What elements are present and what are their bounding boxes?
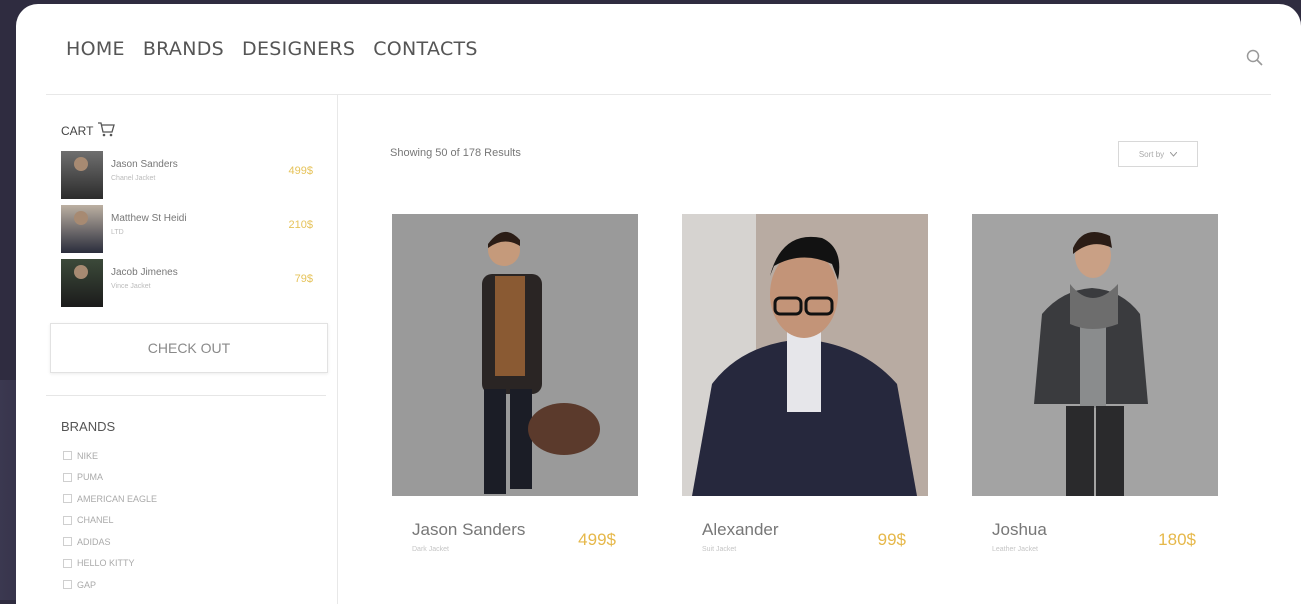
cart-item[interactable]: Jason Sanders Chanel Jacket 499$ bbox=[61, 151, 321, 205]
product-name: Alexander bbox=[702, 520, 779, 539]
cart-item-price: 79$ bbox=[294, 273, 313, 285]
brand-filter-nike[interactable]: NIKE bbox=[63, 445, 157, 467]
brand-filter-chanel[interactable]: CHANEL bbox=[63, 510, 157, 532]
brand-label: CHANEL bbox=[77, 515, 114, 526]
brand-checkbox[interactable] bbox=[63, 494, 72, 504]
product-subtitle: Leather Jacket bbox=[992, 546, 1038, 553]
product-image[interactable] bbox=[682, 214, 928, 496]
nav-item-brands[interactable]: BRANDS bbox=[143, 38, 224, 60]
cart-item-thumbnail bbox=[61, 205, 103, 253]
product-card[interactable]: Alexander Suit Jacket 99$ bbox=[682, 214, 928, 553]
sidebar-divider bbox=[46, 395, 326, 396]
brand-label: GAP bbox=[77, 579, 97, 590]
brands-filter-list: NIKE PUMA AMERICAN EAGLE CHANEL ADIDAS H… bbox=[63, 445, 157, 596]
cart-item-subtitle: Vince Jacket bbox=[111, 283, 151, 290]
cart-item-thumbnail bbox=[61, 151, 103, 199]
brand-filter-puma[interactable]: PUMA bbox=[63, 467, 157, 489]
app-window: HOME BRANDS DESIGNERS CONTACTS CART Jaso… bbox=[16, 4, 1301, 604]
product-subtitle: Suit Jacket bbox=[702, 546, 737, 553]
cart-list: Jason Sanders Chanel Jacket 499$ Matthew… bbox=[61, 151, 321, 313]
nav-menu: HOME BRANDS DESIGNERS CONTACTS bbox=[66, 38, 478, 60]
top-navigation: HOME BRANDS DESIGNERS CONTACTS bbox=[16, 4, 1301, 94]
sidebar: CART Jason Sanders Chanel Jacket 499$ Ma… bbox=[16, 95, 338, 604]
cart-item-thumbnail bbox=[61, 259, 103, 307]
product-price: 499$ bbox=[578, 530, 616, 549]
cart-item-price: 210$ bbox=[288, 219, 313, 231]
brand-filter-gap[interactable]: GAP bbox=[63, 574, 157, 596]
brand-checkbox[interactable] bbox=[63, 580, 72, 590]
product-price: 180$ bbox=[1158, 530, 1196, 549]
brand-checkbox[interactable] bbox=[63, 451, 72, 461]
results-count: Showing 50 of 178 Results bbox=[390, 147, 521, 159]
nav-item-contacts[interactable]: CONTACTS bbox=[373, 38, 478, 60]
product-image[interactable] bbox=[972, 214, 1218, 496]
nav-item-home[interactable]: HOME bbox=[66, 38, 125, 60]
nav-item-designers[interactable]: DESIGNERS bbox=[242, 38, 355, 60]
cart-item-subtitle: LTD bbox=[111, 229, 124, 236]
brand-label: HELLO KITTY bbox=[77, 558, 135, 569]
cart-item-name: Jason Sanders bbox=[111, 159, 178, 170]
cart-item-name: Jacob Jimenes bbox=[111, 267, 178, 278]
product-name: Joshua bbox=[992, 520, 1047, 539]
cart-item[interactable]: Jacob Jimenes Vince Jacket 79$ bbox=[61, 259, 321, 313]
brand-label: NIKE bbox=[77, 450, 99, 461]
product-card[interactable]: Joshua Leather Jacket 180$ bbox=[972, 214, 1218, 553]
product-name: Jason Sanders bbox=[412, 520, 526, 539]
cart-item-subtitle: Chanel Jacket bbox=[111, 175, 156, 182]
brand-filter-hello-kitty[interactable]: HELLO KITTY bbox=[63, 553, 157, 575]
brand-label: AMERICAN EAGLE bbox=[77, 493, 158, 504]
brand-checkbox[interactable] bbox=[63, 472, 72, 482]
brand-label: PUMA bbox=[77, 472, 104, 483]
brands-heading: BRANDS bbox=[61, 419, 116, 434]
cart-item-price: 499$ bbox=[288, 165, 313, 177]
cart-icon[interactable] bbox=[97, 121, 116, 140]
brand-checkbox[interactable] bbox=[63, 515, 72, 525]
chevron-down-icon bbox=[1169, 150, 1178, 159]
brand-checkbox[interactable] bbox=[63, 558, 72, 568]
sort-label: Sort by bbox=[1138, 149, 1165, 159]
cart-heading: CART bbox=[61, 121, 116, 140]
product-card[interactable]: Jason Sanders Dark Jacket 499$ bbox=[392, 214, 638, 553]
cart-title: CART bbox=[61, 123, 94, 138]
product-subtitle: Dark Jacket bbox=[412, 546, 449, 553]
brand-filter-american-eagle[interactable]: AMERICAN EAGLE bbox=[63, 488, 157, 510]
checkout-button[interactable]: CHECK OUT bbox=[50, 323, 328, 373]
search-icon[interactable] bbox=[1245, 48, 1265, 68]
sort-dropdown[interactable]: Sort by bbox=[1118, 141, 1198, 167]
cart-item-name: Matthew St Heidi bbox=[111, 213, 187, 224]
product-image[interactable] bbox=[392, 214, 638, 496]
brand-checkbox[interactable] bbox=[63, 537, 72, 547]
product-price: 99$ bbox=[877, 530, 906, 549]
brand-label: ADIDAS bbox=[77, 536, 111, 547]
cart-item[interactable]: Matthew St Heidi LTD 210$ bbox=[61, 205, 321, 259]
brand-filter-adidas[interactable]: ADIDAS bbox=[63, 531, 157, 553]
